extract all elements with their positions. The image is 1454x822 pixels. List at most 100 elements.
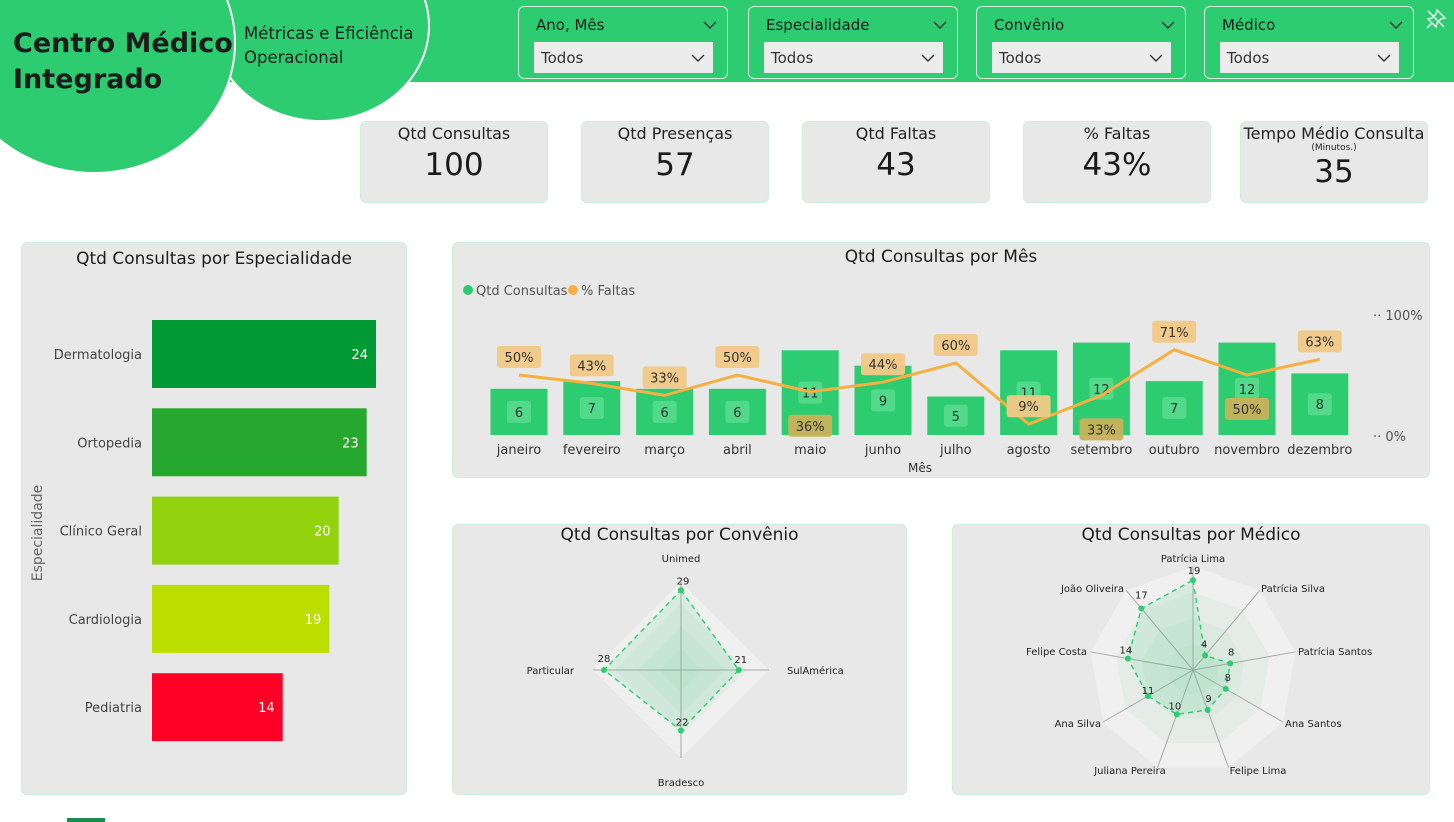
kpi-label: Qtd Presenças [617,124,733,143]
category-label: Cardiologia [69,613,142,628]
filter-dropdown[interactable]: Todos [534,42,713,73]
x-tick-label: setembro [1071,443,1133,458]
category-label: Dermatologia [54,348,142,363]
chevron-down-icon[interactable] [921,51,935,65]
data-label: 4 [1201,640,1207,651]
category-label: Unimed [662,554,701,565]
chevron-down-icon[interactable] [703,18,717,32]
x-tick-label: janeiro [496,443,541,458]
y-axis-label: Especialidade [30,485,46,582]
line-data-label: 43% [577,359,606,374]
filter-medico: Médico Todos [1204,6,1414,79]
filter-convenio: Convênio Todos [976,6,1186,79]
radar-point [678,587,684,594]
radar-point [735,667,742,673]
legend-marker [463,285,473,295]
data-label: 20 [314,525,331,540]
data-label: 10 [1168,701,1181,712]
data-label: 29 [677,576,690,587]
filter-dropdown[interactable]: Todos [764,42,943,73]
x-tick-label: março [644,443,685,458]
clear-filters-icon[interactable] [1425,8,1447,30]
filter-label: Convênio [994,16,1065,34]
x-tick-label: agosto [1007,443,1051,458]
legend-label: Qtd Consultas [476,284,568,299]
panel-especialidade: Qtd Consultas por Especialidade Especial… [21,242,407,795]
y2-tick-label: ·· 0% [1373,430,1406,445]
filter-label: Especialidade [766,16,870,34]
category-label: Ana Silva [1055,719,1101,730]
radar-point [1222,685,1229,692]
filter-value: Todos [1227,49,1270,67]
chart-convenio: 29 21 22 28 Unimed SulAmérica Bradesco Particul… [527,554,844,789]
bar-ortopedia [152,408,367,477]
data-label: 8 [1225,673,1231,684]
x-tick-label: julho [939,443,972,458]
data-label: 7 [588,402,596,417]
data-label: 7 [1170,402,1178,417]
radar-point [601,667,607,673]
chevron-down-icon[interactable] [1377,51,1391,65]
category-label: João Oliveira [1060,584,1124,595]
radar-point [1138,605,1145,612]
filter-value: Todos [541,49,584,67]
kpi-percent-faltas: % Faltas 43% [1023,121,1211,203]
panel-convenio: Qtd Consultas por Convênio 29 21 22 28 Unime… [452,524,907,795]
chevron-down-icon[interactable] [691,51,705,65]
chevron-down-icon[interactable] [1149,51,1163,65]
data-label: 12 [1239,383,1256,398]
kpi-value: 57 [655,147,695,183]
filter-value: Todos [771,49,814,67]
filter-dropdown[interactable]: Todos [1220,42,1399,73]
kpi-qtd-consultas: Qtd Consultas 100 [360,121,548,203]
bar-dermatologia [152,320,376,388]
category-label: Patrícia Lima [1161,553,1225,565]
filter-ano-mes: Ano, Mês Todos [518,6,728,79]
chevron-down-icon[interactable] [933,18,947,32]
line-data-label: 63% [1305,335,1334,350]
line-data-label: 60% [941,339,970,354]
bar-cardiologia [152,584,330,653]
line-data-label: 71% [1160,326,1189,341]
kpi-label: % Faltas [1083,124,1151,143]
chevron-down-icon[interactable] [1389,18,1403,32]
data-label: 19 [1188,566,1201,577]
category-label: Ana Santos [1285,719,1342,730]
data-label: 11 [1142,686,1155,697]
kpi-value: 43% [1082,147,1152,183]
data-label: 6 [515,406,523,421]
kpi-sublabel: (Minutos.) [1311,143,1357,153]
radar-point [1190,577,1196,584]
kpi-qtd-presencas: Qtd Presenças 57 [581,121,769,203]
legend-marker [568,285,578,295]
kpi-label: Qtd Consultas [397,124,511,143]
kpi-qtd-faltas: Qtd Faltas 43 [802,121,990,203]
x-tick-label: junho [864,443,901,458]
x-tick-label: dezembro [1287,443,1352,458]
category-label: Clínico Geral [60,525,142,540]
line-data-label: 9% [1018,400,1039,415]
data-label: 17 [1135,590,1148,601]
filter-dropdown[interactable]: Todos [992,42,1171,73]
page-tab-indicator[interactable] [67,818,105,822]
category-label: Juliana Pereira [1093,766,1166,777]
radar-point [1204,706,1211,713]
page-subtitle-line1: Métricas e Eficiência [244,24,414,43]
panel-medico: Qtd Consultas por Médico 19 4 8 8 9 10 11 14 17 P… [952,524,1430,795]
y2-tick-label: ·· 100% [1373,309,1423,324]
line-data-label: 50% [1233,403,1262,418]
x-tick-label: abril [723,443,752,458]
chevron-down-icon[interactable] [1161,18,1175,32]
data-label: 19 [305,613,322,628]
legend-label: % Faltas [581,284,635,299]
line-data-label: 50% [505,351,534,366]
data-label: 22 [676,718,689,729]
filter-especialidade: Especialidade Todos [748,6,958,79]
kpi-value: 43 [876,147,916,183]
category-label: Pediatria [85,701,142,716]
category-label: Bradesco [658,778,704,789]
data-label: 9 [1205,694,1211,705]
line-data-label: 33% [650,371,679,386]
category-label: Ortopedia [77,436,142,451]
data-label: 14 [1119,646,1132,657]
